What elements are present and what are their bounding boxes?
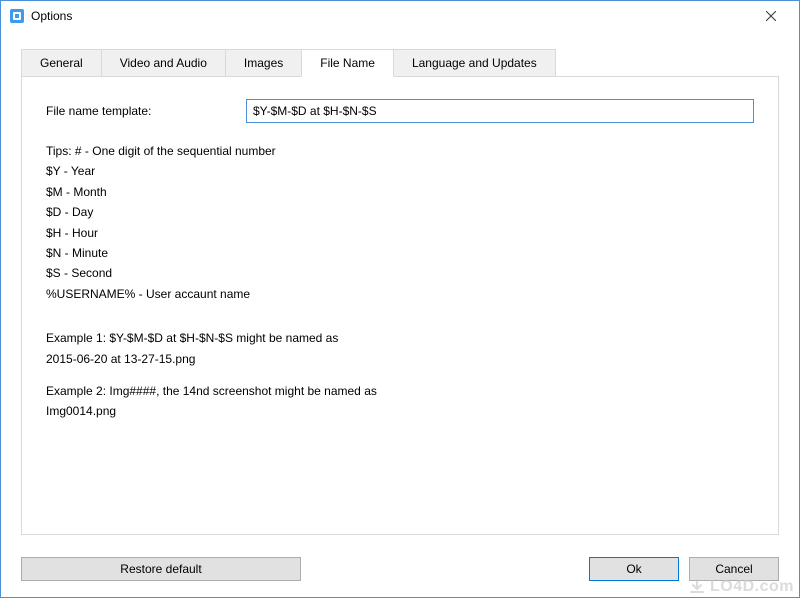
tab-file-name[interactable]: File Name [301,49,394,77]
tab-label: General [40,56,83,70]
window-title: Options [31,9,751,23]
tab-label: Video and Audio [120,56,207,70]
filename-template-label: File name template: [46,104,246,118]
filename-template-row: File name template: [46,99,754,123]
tip-line: $Y - Year [46,161,754,181]
tab-language-updates[interactable]: Language and Updates [393,49,556,76]
tab-panel-file-name: File name template: Tips: # - One digit … [21,77,779,535]
content-area: General Video and Audio Images File Name… [1,31,799,547]
tip-line: $N - Minute [46,243,754,263]
tip-line: $D - Day [46,202,754,222]
app-icon [9,8,25,24]
restore-default-button[interactable]: Restore default [21,557,301,581]
tips-block: Tips: # - One digit of the sequential nu… [46,141,754,422]
tabs-row: General Video and Audio Images File Name… [21,49,779,77]
spacer [46,304,754,328]
tab-label: Language and Updates [412,56,537,70]
tab-general[interactable]: General [21,49,102,76]
tip-line: $H - Hour [46,223,754,243]
example-line: Img0014.png [46,401,754,421]
filename-template-input[interactable] [246,99,754,123]
tip-line: $S - Second [46,263,754,283]
tab-images[interactable]: Images [225,49,302,76]
titlebar: Options [1,1,799,31]
options-window: Options General Video and Audio Images F… [0,0,800,598]
bottom-bar: Restore default Ok Cancel [1,547,799,597]
ok-button[interactable]: Ok [589,557,679,581]
example-line: Example 1: $Y-$M-$D at $H-$N-$S might be… [46,328,754,348]
cancel-button[interactable]: Cancel [689,557,779,581]
example-line: 2015-06-20 at 13-27-15.png [46,349,754,369]
tip-line: $M - Month [46,182,754,202]
tip-line: %USERNAME% - User accaunt name [46,284,754,304]
tab-video-audio[interactable]: Video and Audio [101,49,226,76]
example-1: Example 1: $Y-$M-$D at $H-$N-$S might be… [46,328,754,369]
close-button[interactable] [751,2,791,30]
tab-label: File Name [320,56,375,70]
tip-line: Tips: # - One digit of the sequential nu… [46,141,754,161]
example-line: Example 2: Img####, the 14nd screenshot … [46,381,754,401]
example-2: Example 2: Img####, the 14nd screenshot … [46,381,754,422]
tab-label: Images [244,56,283,70]
